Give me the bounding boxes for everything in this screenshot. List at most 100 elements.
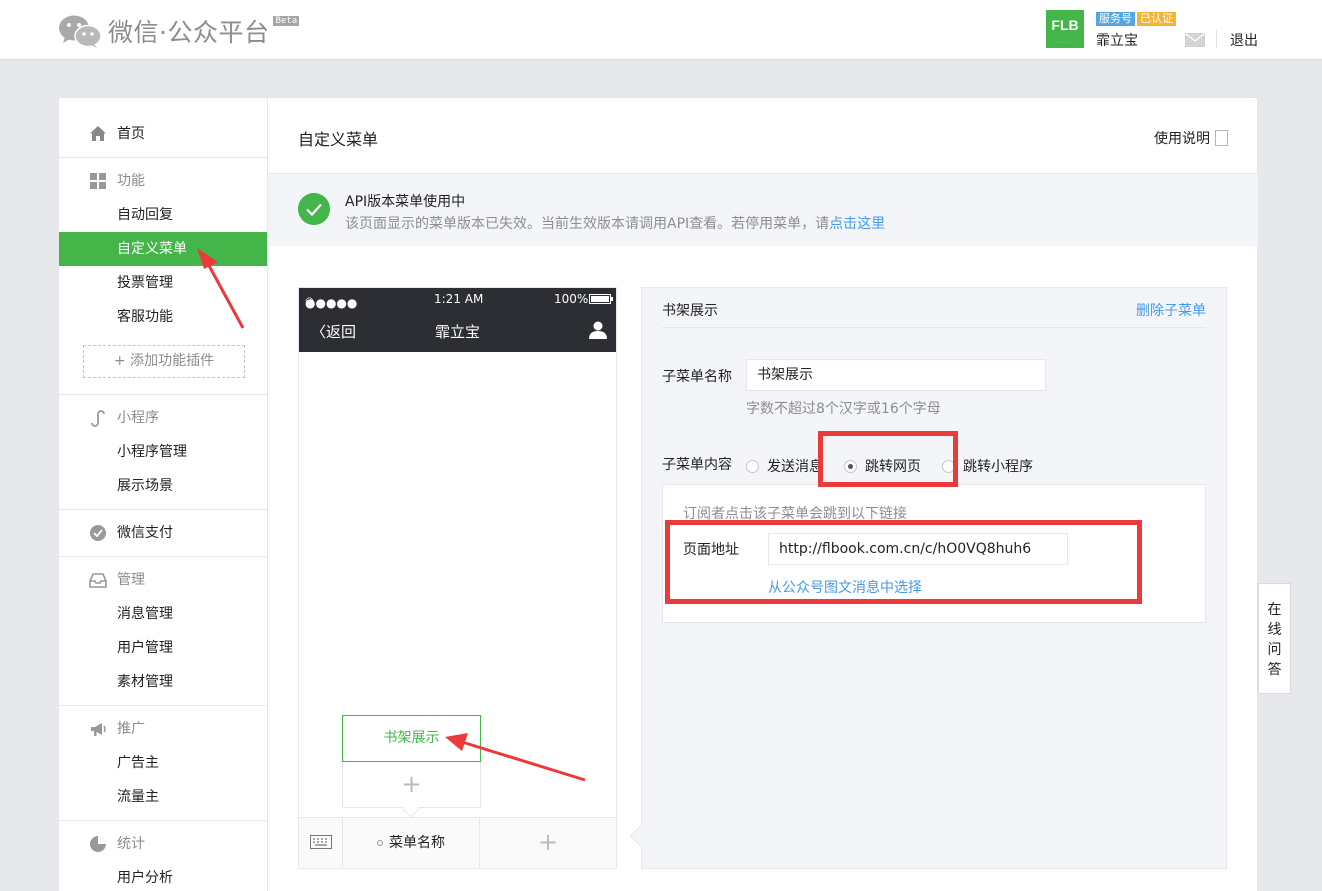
sidebar-item-vote[interactable]: 投票管理 — [59, 266, 267, 300]
sidebar-item-label: 流量主 — [117, 789, 159, 805]
sidebar-item-custom-menu[interactable]: 自定义菜单 — [59, 232, 267, 266]
sidebar-item-auto-reply[interactable]: 自动回复 — [59, 198, 267, 232]
sidebar-item-label: 展示场景 — [117, 478, 173, 494]
sidebar-category-label: 管理 — [117, 572, 145, 588]
notice-description: 该页面显示的菜单版本已失效。当前生效版本请调用API查看。若停用菜单，请点击这里 — [345, 213, 885, 233]
editor-divider — [662, 327, 1206, 328]
sidebar-category-promo: 推广 — [59, 712, 267, 746]
sidebar-item-material-manage[interactable]: 素材管理 — [59, 665, 267, 699]
document-icon — [1215, 130, 1228, 146]
radio-label: 跳转小程序 — [963, 459, 1033, 475]
help-link[interactable]: 使用说明 — [1154, 128, 1228, 148]
grid-icon — [90, 173, 106, 189]
mail-icon[interactable] — [1185, 33, 1205, 47]
wechat-pay-icon — [90, 525, 106, 541]
sidebar-item-label: 自动回复 — [117, 207, 173, 223]
radio-label: 发送消息 — [767, 459, 823, 475]
sidebar-item-msg-manage[interactable]: 消息管理 — [59, 597, 267, 631]
notice-description-text: 该页面显示的菜单版本已失效。当前生效版本请调用API查看。若停用菜单，请 — [345, 216, 830, 232]
menu-dot-icon — [377, 840, 383, 846]
sidebar-category-label: 功能 — [117, 173, 145, 189]
header-separator — [1216, 30, 1217, 48]
phone-nav-bar: 〈返回 霏立宝 — [299, 310, 616, 352]
logo-text: 微信·公众平台 — [108, 18, 270, 47]
add-menu-button[interactable]: + — [480, 818, 616, 868]
sidebar-divider — [59, 394, 267, 395]
page-title: 自定义菜单 — [298, 130, 379, 149]
annotation-box-webpage-option — [818, 431, 958, 487]
sidebar-item-user-manage[interactable]: 用户管理 — [59, 631, 267, 665]
sidebar-item-label: 自定义菜单 — [117, 241, 187, 257]
menu-tab[interactable]: 菜单名称 — [343, 818, 480, 868]
add-plugin-button[interactable]: + 添加功能插件 — [83, 345, 245, 378]
sidebar-divider — [59, 157, 267, 158]
phone-preview: ●●●●● WeChat ◠ 1:21 AM 100% 〈返回 霏立宝 书架展示… — [298, 287, 617, 869]
sidebar-divider — [59, 509, 267, 510]
radio-send-message[interactable]: 发送消息 — [746, 456, 823, 476]
sidebar-item-advertiser[interactable]: 广告主 — [59, 746, 267, 780]
sidebar-divider — [59, 556, 267, 557]
sidebar-category-function: 功能 — [59, 164, 267, 198]
wifi-icon: ◠ — [305, 296, 314, 307]
sidebar-category-manage: 管理 — [59, 563, 267, 597]
sidebar-item-showcase[interactable]: 展示场景 — [59, 469, 267, 503]
sidebar-item-traffic-owner[interactable]: 流量主 — [59, 780, 267, 814]
miniprogram-icon — [91, 410, 105, 427]
submenu-item-selected[interactable]: 书架展示 — [342, 715, 481, 762]
sidebar-item-miniprogram-manage[interactable]: 小程序管理 — [59, 435, 267, 469]
submenu-name-hint: 字数不超过8个汉字或16个字母 — [746, 401, 941, 417]
keyboard-button[interactable] — [299, 818, 343, 868]
sidebar-divider — [59, 705, 267, 706]
submenu-name-label: 子菜单名称 — [662, 369, 732, 385]
submenu-content-label: 子菜单内容 — [662, 457, 732, 473]
editor-pointer — [629, 824, 653, 848]
annotation-box-url — [665, 520, 1142, 604]
battery-icon — [589, 294, 613, 304]
account-avatar-text: FLB — [1051, 17, 1079, 33]
wechat-logo[interactable]: 微信·公众平台 Beta — [58, 12, 300, 50]
pie-chart-icon — [90, 836, 106, 852]
battery-text: 100% — [554, 292, 589, 306]
sidebar-item-label: 首页 — [117, 126, 145, 142]
service-account-badge: 服务号 — [1096, 12, 1135, 26]
phone-status-bar: ●●●●● WeChat ◠ 1:21 AM 100% — [299, 288, 616, 324]
account-name[interactable]: 霏立宝 — [1096, 30, 1138, 50]
sidebar-item-user-analysis[interactable]: 用户分析 — [59, 861, 267, 891]
sidebar-item-home[interactable]: 首页 — [59, 117, 267, 151]
sidebar-category-label: 小程序 — [117, 410, 159, 426]
user-icon[interactable] — [588, 320, 608, 340]
sidebar-item-label: 投票管理 — [117, 275, 173, 291]
sidebar-item-label: 用户管理 — [117, 640, 173, 656]
phone-nav-title: 霏立宝 — [434, 323, 480, 341]
radio-circle — [746, 459, 759, 473]
logout-link[interactable]: 退出 — [1230, 30, 1258, 50]
sidebar-divider — [59, 820, 267, 821]
account-avatar[interactable]: FLB · · · · · · · — [1046, 10, 1084, 48]
delete-submenu-link[interactable]: 删除子菜单 — [1136, 300, 1206, 320]
sidebar-item-wechat-pay[interactable]: 微信支付 — [59, 516, 267, 550]
sidebar-item-customer-service[interactable]: 客服功能 — [59, 300, 267, 334]
content-area: 自定义菜单 使用说明 API版本菜单使用中 该页面显示的菜单版本已失效。当前生效… — [268, 98, 1258, 891]
notice-click-here-link[interactable]: 点击这里 — [829, 216, 885, 232]
megaphone-icon — [91, 723, 106, 736]
inbox-icon — [89, 573, 107, 588]
sidebar-item-label: 消息管理 — [117, 606, 173, 622]
phone-menu-bar: 菜单名称 + — [299, 817, 616, 868]
sidebar: 首页 功能 自动回复 自定义菜单 投票管理 客服功能 + 添加功能插件 小程序 … — [59, 98, 268, 891]
sidebar-category-label: 统计 — [117, 836, 145, 852]
menu-tab-label: 菜单名称 — [389, 835, 445, 851]
submenu-name-input[interactable]: 书架展示 — [746, 359, 1046, 391]
beta-badge: Beta — [273, 16, 300, 26]
wechat-logo-icon — [59, 15, 102, 48]
api-notice: API版本菜单使用中 该页面显示的菜单版本已失效。当前生效版本请调用API查看。… — [268, 174, 1258, 246]
sidebar-category-label: 推广 — [117, 721, 145, 737]
verified-badge: 已认证 — [1137, 12, 1176, 26]
sidebar-item-label: 素材管理 — [117, 674, 173, 690]
notice-title: API版本菜单使用中 — [345, 194, 466, 210]
online-qa-button[interactable]: 在线问答 — [1258, 583, 1291, 694]
sidebar-item-label: 微信支付 — [117, 525, 173, 541]
keyboard-icon — [310, 835, 332, 849]
avatar-fine-print: · · · · · · · — [1057, 40, 1073, 45]
editor-title: 书架展示 — [662, 303, 718, 319]
sidebar-item-label: 小程序管理 — [117, 444, 187, 460]
